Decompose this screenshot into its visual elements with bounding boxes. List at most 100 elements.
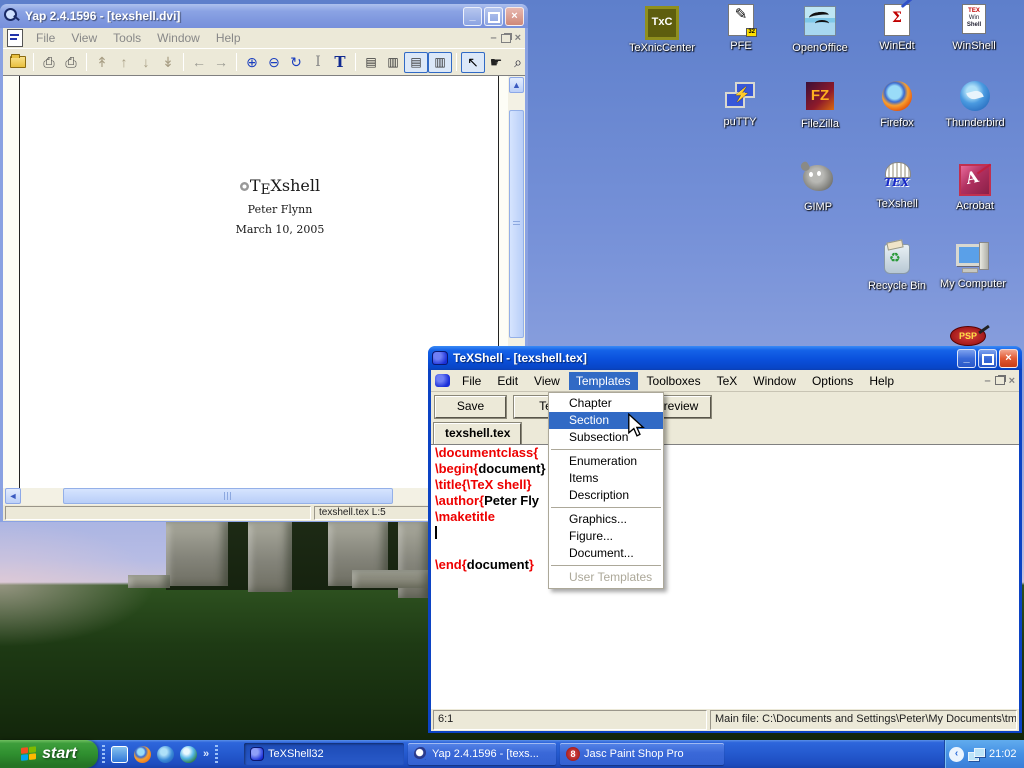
page-down-button[interactable]: ↓ (135, 52, 157, 72)
refresh-button[interactable]: ↻ (285, 52, 307, 72)
print-setup-button[interactable]: ⎙ (60, 52, 82, 72)
desktop-icon-filezilla[interactable]: FZFileZilla (782, 80, 858, 130)
texshell-maximize-button[interactable] (978, 349, 997, 368)
desktop-icon-acrobat[interactable]: AAcrobat (937, 162, 1013, 212)
yap-mdi-controls[interactable]: – × (490, 32, 521, 44)
code-line-6 (431, 525, 1019, 541)
yap-menu-tools[interactable]: Tools (106, 29, 148, 47)
menu-item-items[interactable]: Items (549, 470, 663, 487)
texshell-menu-view[interactable]: View (527, 372, 567, 390)
texshell-titlebar[interactable]: TeXShell - [texshell.tex] _ × (428, 346, 1022, 370)
thunderbird-icon[interactable] (157, 746, 174, 763)
desktop-icon-openoffice[interactable]: OpenOffice (782, 4, 858, 54)
quick-launch-handle[interactable] (215, 745, 218, 763)
texshell-menu-templates[interactable]: Templates (569, 372, 638, 390)
desktop-icon-texshell[interactable]: TEXTeXshell (859, 162, 935, 210)
desktop-icon-texniccenter[interactable]: TxCTeXnicCenter (624, 4, 700, 54)
yap-menu-window[interactable]: Window (150, 29, 207, 47)
last-page-button[interactable]: ↡ (157, 52, 179, 72)
quick-launch-overflow-chevron[interactable]: » (203, 748, 209, 760)
dvi-title: TEXshell (160, 176, 400, 195)
double-page-continuous-button[interactable]: ▥ (428, 52, 452, 73)
desktop-icon-winedt[interactable]: ΣWinEdt (859, 4, 935, 52)
scroll-up-button[interactable]: ▲ (509, 77, 524, 93)
texshell-minimize-button[interactable]: _ (957, 349, 976, 368)
yap-menu-help[interactable]: Help (209, 29, 248, 47)
back-button[interactable]: ← (188, 52, 210, 72)
yap-close-button[interactable]: × (505, 7, 524, 26)
ruler-button[interactable]: I (307, 52, 329, 72)
tray-chevron-button[interactable]: ‹ (949, 747, 964, 762)
code-line-5: \maketitle (431, 509, 1019, 525)
taskbar-task-jasc-paint-shop-pro[interactable]: 8Jasc Paint Shop Pro (560, 743, 724, 765)
texshell-menu-file[interactable]: File (455, 372, 488, 390)
mdi-minimize-icon[interactable]: – (984, 375, 990, 387)
texshell-menu-options[interactable]: Options (805, 372, 860, 390)
menu-item-user-templates[interactable]: User Templates (549, 569, 663, 586)
menu-item-description[interactable]: Description (549, 487, 663, 504)
texshell-editor[interactable]: \documentclass{\begin{document}\title{\T… (431, 444, 1019, 709)
mdi-restore-icon[interactable] (501, 34, 511, 43)
quick-launch-handle[interactable] (102, 745, 105, 763)
toolbar-separator (183, 53, 184, 71)
open-button[interactable] (7, 52, 29, 72)
zoom-in-button[interactable]: ⊕ (241, 52, 263, 72)
texshell-close-button[interactable]: × (999, 349, 1018, 368)
texshell-menu-toolboxes[interactable]: Toolboxes (640, 372, 708, 390)
desktop-icon-recycle-bin[interactable]: ♻Recycle Bin (859, 242, 935, 292)
mdi-close-icon[interactable]: × (1009, 375, 1015, 387)
taskbar-task-texshell32[interactable]: TeXShell32 (244, 743, 404, 765)
start-button[interactable]: start (0, 740, 98, 768)
texshell-menu-tex[interactable]: TeX (710, 372, 745, 390)
texshell-menu-edit[interactable]: Edit (490, 372, 525, 390)
paint-shop-pro-icon[interactable]: PSP (950, 326, 990, 348)
internet-explorer-icon[interactable] (111, 746, 128, 763)
texshell-menu-window[interactable]: Window (746, 372, 803, 390)
menu-item-enumeration[interactable]: Enumeration (549, 453, 663, 470)
desktop-icon-pfe[interactable]: ✎32PFE (703, 4, 779, 52)
menu-item-graphics-[interactable]: Graphics... (549, 511, 663, 528)
menu-item-chapter[interactable]: Chapter (549, 395, 663, 412)
menu-item-document-[interactable]: Document... (549, 545, 663, 562)
texshell-window: TeXShell - [texshell.tex] _ × FileEditVi… (428, 346, 1022, 733)
tab-texshell-tex[interactable]: texshell.tex (434, 423, 521, 445)
scroll-left-button[interactable]: ◄ (5, 488, 21, 504)
single-page-button[interactable]: ▤ (360, 52, 382, 72)
text-mode-button[interactable]: T (329, 52, 351, 72)
network-tray-icon[interactable] (968, 748, 984, 761)
texshell-mdi-controls[interactable]: – × (984, 375, 1015, 387)
forward-button[interactable]: → (210, 52, 232, 72)
desktop-icon-putty[interactable]: ⚡puTTY (702, 80, 778, 128)
desktop-icon-my-computer[interactable]: My Computer (935, 242, 1011, 290)
magnify-tool-button[interactable]: ⌕ (507, 52, 529, 72)
taskbar-task-yap-2-4-1596-texs-[interactable]: Yap 2.4.1596 - [texs... (408, 743, 556, 765)
yap-minimize-button[interactable]: _ (463, 7, 482, 26)
media-player-icon[interactable] (180, 746, 197, 763)
zoom-out-button[interactable]: ⊖ (263, 52, 285, 72)
desktop-icon-firefox[interactable]: Firefox (859, 80, 935, 129)
menu-item-figure-[interactable]: Figure... (549, 528, 663, 545)
texshell-menu-help[interactable]: Help (862, 372, 901, 390)
mdi-restore-icon[interactable] (995, 376, 1005, 385)
horizontal-scroll-thumb[interactable] (63, 488, 393, 504)
mdi-close-icon[interactable]: × (515, 32, 521, 44)
mdi-minimize-icon[interactable]: – (490, 32, 496, 44)
desktop-icon-gimp[interactable]: GIMP (780, 162, 856, 213)
save-button[interactable]: Save (435, 396, 506, 418)
single-page-continuous-button[interactable]: ▤ (404, 52, 428, 73)
yap-menu-file[interactable]: File (29, 29, 62, 47)
firefox-icon[interactable] (134, 746, 151, 763)
system-tray: ‹ 21:02 (944, 740, 1024, 768)
page-up-button[interactable]: ↑ (113, 52, 135, 72)
vertical-scroll-thumb[interactable] (509, 110, 524, 338)
yap-menu-view[interactable]: View (64, 29, 104, 47)
yap-titlebar[interactable]: Yap 2.4.1596 - [texshell.dvi] _ × (0, 4, 528, 28)
hand-tool-button[interactable]: ☛ (485, 52, 507, 72)
select-tool-button[interactable]: ↖ (461, 52, 485, 73)
first-page-button[interactable]: ↟ (91, 52, 113, 72)
desktop-icon-thunderbird[interactable]: Thunderbird (937, 80, 1013, 129)
desktop-icon-winshell[interactable]: TEXWinShellWinShell (936, 4, 1012, 52)
double-page-button[interactable]: ▥ (382, 52, 404, 72)
yap-maximize-button[interactable] (484, 7, 503, 26)
print-button[interactable]: ⎙ (38, 52, 60, 72)
